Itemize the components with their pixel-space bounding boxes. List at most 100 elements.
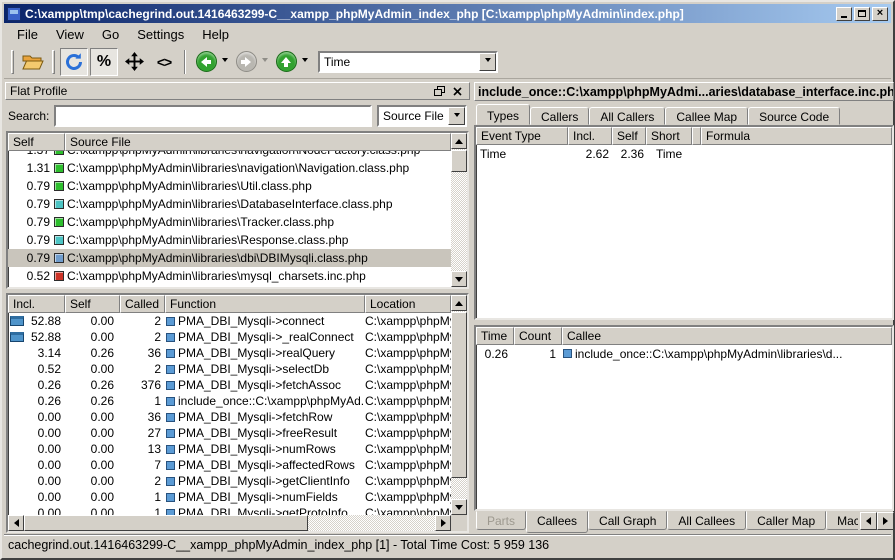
table-row[interactable]: 0.00 0.00 1 PMA_DBI_Mysqli->numFields C:…	[8, 489, 451, 505]
function-icon	[166, 349, 175, 358]
table-row[interactable]: 0.79 C:\xampp\phpMyAdmin\libraries\dbi\D…	[8, 249, 451, 267]
table-row[interactable]: 0.79 C:\xampp\phpMyAdmin\libraries\Respo…	[8, 231, 451, 249]
vertical-scrollbar[interactable]	[451, 133, 467, 287]
menu-item[interactable]: Help	[193, 25, 238, 44]
table-row[interactable]: 52.88 0.00 2 PMA_DBI_Mysqli->connect C:\…	[8, 313, 451, 329]
scroll-down-button[interactable]	[451, 271, 467, 287]
maximize-button[interactable]	[854, 7, 870, 21]
table-row[interactable]: 0.79 C:\xampp\phpMyAdmin\libraries\Track…	[8, 213, 451, 231]
back-dropdown-icon[interactable]	[222, 58, 228, 65]
app-window: C:\xampp\tmp\cachegrind.out.1416463299-C…	[0, 0, 895, 560]
table-row[interactable]: 0.26 0.26 376 PMA_DBI_Mysqli->fetchAssoc…	[8, 377, 451, 393]
table-row[interactable]: 0.79 C:\xampp\phpMyAdmin\libraries\Datab…	[8, 195, 451, 213]
table-row[interactable]: 0.00 0.00 7 PMA_DBI_Mysqli->affectedRows…	[8, 457, 451, 473]
horizontal-scrollbar[interactable]	[8, 515, 451, 531]
reload-button[interactable]	[60, 48, 88, 76]
minimize-button[interactable]	[836, 7, 852, 21]
tab[interactable]: Callers	[530, 107, 589, 125]
scrollbar-thumb[interactable]	[451, 150, 467, 172]
column-header-formula[interactable]: Formula	[701, 127, 892, 145]
table-row[interactable]: 0.00 0.00 2 PMA_DBI_Mysqli->getClientInf…	[8, 473, 451, 489]
scrollbar-thumb[interactable]	[451, 312, 467, 478]
column-header-self[interactable]: Self	[8, 133, 65, 151]
open-file-button[interactable]	[19, 48, 47, 76]
triangle-left-icon	[10, 519, 19, 527]
menu-item[interactable]: View	[47, 25, 93, 44]
function-icon	[166, 413, 175, 422]
table-row[interactable]: 0.52 C:\xampp\phpMyAdmin\libraries\user_…	[8, 285, 451, 287]
called-count: 27	[120, 426, 165, 440]
menu-item[interactable]: Go	[93, 25, 128, 44]
back-button[interactable]	[192, 48, 220, 76]
tab[interactable]: Callee Map	[665, 107, 748, 125]
tab[interactable]: All Callees	[667, 511, 746, 530]
combobox-button[interactable]	[448, 107, 465, 125]
tab[interactable]: Source Code	[748, 107, 840, 125]
table-row[interactable]: 1.37 C:\xampp\phpMyAdmin\libraries\navig…	[8, 151, 451, 159]
table-row[interactable]: 0.00 0.00 1 PMA_DBI_Mysqli->getProtoInfo…	[8, 505, 451, 515]
cycle-grouping-button[interactable]: <>	[150, 48, 178, 76]
scroll-up-button[interactable]	[451, 295, 467, 311]
tab[interactable]: All Callers	[589, 107, 665, 125]
column-header-location[interactable]: Location	[365, 295, 451, 313]
tab[interactable]: Parts	[476, 511, 526, 530]
expand-button[interactable]	[120, 48, 148, 76]
tab[interactable]: Caller Map	[746, 511, 826, 530]
table-row[interactable]: 52.88 0.00 2 PMA_DBI_Mysqli->_realConnec…	[8, 329, 451, 345]
menu-item[interactable]: File	[8, 25, 47, 44]
source-file-path: C:\xampp\phpMyAdmin\libraries\Response.c…	[67, 233, 348, 247]
table-row[interactable]: 0.52 C:\xampp\phpMyAdmin\libraries\mysql…	[8, 267, 451, 285]
column-header-self[interactable]: Self	[65, 295, 120, 313]
dock-close-button[interactable]	[450, 84, 465, 98]
table-row[interactable]: 0.26 0.26 1 include_once::C:\xampp\phpMy…	[8, 393, 451, 409]
column-header-incl[interactable]: Incl.	[568, 127, 612, 145]
scroll-down-button[interactable]	[451, 499, 467, 515]
column-header-source-file[interactable]: Source File	[65, 133, 451, 151]
toolbar-handle[interactable]	[11, 50, 14, 74]
tab[interactable]: Types	[476, 104, 530, 125]
table-row[interactable]: 0.52 0.00 2 PMA_DBI_Mysqli->selectDb C:\…	[8, 361, 451, 377]
search-input[interactable]	[54, 105, 372, 127]
title-bar[interactable]: C:\xampp\tmp\cachegrind.out.1416463299-C…	[4, 4, 891, 23]
table-row[interactable]: 3.14 0.26 36 PMA_DBI_Mysqli->realQuery C…	[8, 345, 451, 361]
column-header-function[interactable]: Function	[165, 295, 365, 313]
up-button[interactable]	[272, 48, 300, 76]
dock-float-button[interactable]	[432, 84, 447, 98]
column-header-called[interactable]: Called	[120, 295, 165, 313]
function-detail-panel: include_once::C:\xampp\phpMyAdmi...aries…	[474, 82, 894, 535]
dock-title-bar[interactable]: Flat Profile	[5, 82, 470, 100]
event-type-combobox[interactable]: Time	[318, 51, 498, 73]
table-row[interactable]: 0.00 0.00 13 PMA_DBI_Mysqli->numRows C:\…	[8, 441, 451, 457]
column-header-callee[interactable]: Callee	[562, 327, 892, 345]
column-header-self[interactable]: Self	[612, 127, 646, 145]
table-row[interactable]: 1.31 C:\xampp\phpMyAdmin\libraries\navig…	[8, 159, 451, 177]
tab-scroll-left-button[interactable]	[860, 512, 877, 530]
table-row[interactable]: Time 2.62 2.36 Time	[476, 145, 892, 162]
scroll-up-button[interactable]	[451, 133, 467, 149]
scroll-left-button[interactable]	[8, 515, 24, 531]
menu-item[interactable]: Settings	[128, 25, 193, 44]
column-header-incl[interactable]: Incl.	[8, 295, 65, 313]
tab-scroll-right-button[interactable]	[877, 512, 894, 530]
scrollbar-thumb[interactable]	[24, 515, 308, 531]
incl-cost: 52.88	[24, 330, 65, 344]
combobox-button[interactable]	[479, 53, 496, 71]
scroll-right-button[interactable]	[435, 515, 451, 531]
grouping-combobox[interactable]: Source File	[377, 105, 467, 127]
up-dropdown-icon[interactable]	[302, 58, 308, 65]
column-header-short[interactable]: Short	[646, 127, 692, 145]
vertical-scrollbar[interactable]	[451, 295, 467, 515]
column-header-count[interactable]: Count	[514, 327, 562, 345]
table-row[interactable]: 0.79 C:\xampp\phpMyAdmin\libraries\Util.…	[8, 177, 451, 195]
column-header-time[interactable]: Time	[476, 327, 514, 345]
table-row[interactable]: 0.26 1 include_once::C:\xampp\phpMyAdmin…	[476, 345, 892, 362]
toolbar-handle[interactable]	[52, 50, 55, 74]
column-header-event-type[interactable]: Event Type	[476, 127, 568, 145]
tab[interactable]: Machine	[826, 511, 858, 530]
close-button[interactable]: ×	[872, 7, 888, 21]
table-row[interactable]: 0.00 0.00 36 PMA_DBI_Mysqli->fetchRow C:…	[8, 409, 451, 425]
tab[interactable]: Callees	[526, 511, 588, 533]
tab[interactable]: Call Graph	[588, 511, 667, 530]
table-row[interactable]: 0.00 0.00 27 PMA_DBI_Mysqli->freeResult …	[8, 425, 451, 441]
percent-toggle-button[interactable]: %	[90, 48, 118, 76]
